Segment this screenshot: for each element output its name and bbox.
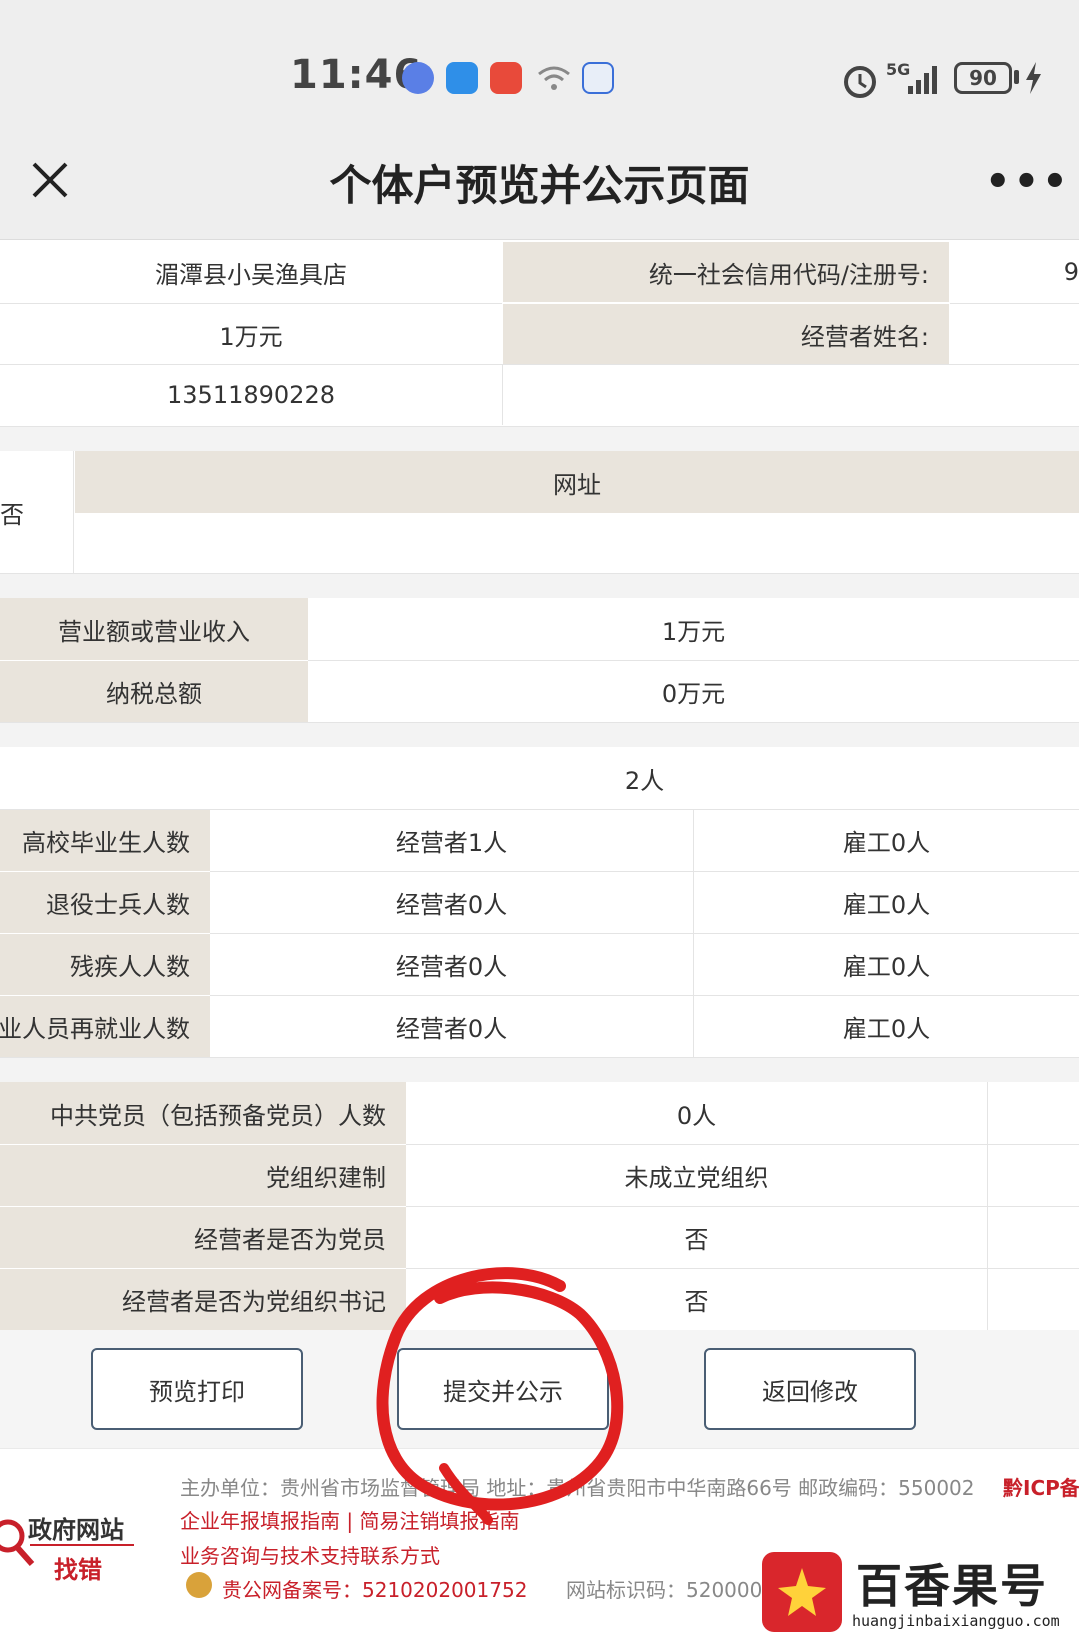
charging-icon (1026, 62, 1041, 94)
party-members-label: 中共党员（包括预备党员）人数 (0, 1082, 406, 1144)
tax-label: 纳税总额 (0, 661, 308, 722)
return-edit-button[interactable]: 返回修改 (704, 1348, 916, 1430)
police-badge-icon (186, 1572, 212, 1598)
footer-icp: 黔ICP备 (1003, 1476, 1079, 1500)
watermark-text: 百香果号 (856, 1559, 1048, 1613)
graduates-label: 高校毕业生人数 (0, 810, 210, 871)
operator-is-secretary-label: 经营者是否为党组织书记 (0, 1269, 406, 1330)
veterans-operator: 经营者0人 (210, 872, 694, 933)
signal-icon (908, 66, 937, 94)
section-gap (0, 723, 1079, 747)
reemployment-operator: 经营者0人 (210, 996, 694, 1057)
preview-print-button[interactable]: 预览打印 (91, 1348, 303, 1430)
footer-logo-rule (30, 1544, 134, 1546)
reemployment-employee: 雇工0人 (694, 996, 1079, 1057)
total-employees-value: 2人 (210, 747, 1079, 809)
phone-value: 13511890228 (0, 365, 502, 425)
section-gap (0, 574, 1079, 598)
disabled-employee: 雇工0人 (694, 934, 1079, 995)
battery-level: 90 (969, 66, 997, 90)
operator-is-member-label: 经营者是否为党员 (0, 1207, 406, 1268)
weather-app-icon (446, 62, 478, 94)
capital-value: 1万元 (0, 304, 502, 364)
watermark-url: huangjinbaixiangguo.com (852, 1612, 1060, 1630)
party-org-value: 未成立党组织 (406, 1145, 988, 1206)
wifi-icon (538, 66, 570, 90)
page-title: 个体户预览并公示页面 (329, 161, 750, 210)
footer-support-link[interactable]: 业务咨询与技术支持联系方式 (180, 1540, 440, 1569)
annotation-circle (376, 1267, 624, 1525)
tax-value: 0万元 (308, 661, 1079, 722)
battery-icon: 90 (954, 62, 1012, 94)
veterans-employee: 雇工0人 (694, 872, 1079, 933)
graduates-operator: 经营者1人 (210, 810, 694, 871)
more-options-icon[interactable]: ••• (985, 162, 1071, 202)
footer-logo-line2: 找错 (54, 1556, 102, 1584)
website-header: 网址 (75, 451, 1079, 513)
reemployment-label: 业人员再就业人数 (0, 996, 210, 1057)
party-org-label: 党组织建制 (0, 1145, 406, 1206)
website-flag-value: 否 (0, 451, 74, 573)
footer-logo-line1: 政府网站 (28, 1516, 124, 1544)
website-value (75, 513, 1079, 573)
disabled-label: 残疾人人数 (0, 934, 210, 995)
notes-app-icon (490, 62, 522, 94)
watermark-logo-icon (762, 1552, 842, 1632)
footer-police-record[interactable]: 贵公网备案号：5210202001752 (222, 1574, 527, 1603)
music-app-icon (402, 62, 434, 94)
battery-tip (1014, 70, 1019, 84)
business-name-value: 湄潭县小吴渔具店 (0, 242, 502, 302)
revenue-value: 1万元 (308, 598, 1079, 660)
veterans-label: 退役士兵人数 (0, 872, 210, 933)
operator-name-label: 经营者姓名: (503, 304, 949, 364)
revenue-label: 营业额或营业收入 (0, 598, 308, 660)
baidu-app-icon (582, 62, 614, 94)
graduates-employee: 雇工0人 (694, 810, 1079, 871)
operator-name-value (950, 304, 1079, 364)
disabled-operator: 经营者0人 (210, 934, 694, 995)
divider (502, 365, 503, 425)
section-gap (0, 427, 1079, 451)
party-members-value: 0人 (406, 1082, 988, 1144)
credit-code-value: 9 (950, 242, 1079, 302)
credit-code-label: 统一社会信用代码/注册号: (503, 242, 949, 302)
footer-site-code: 网站标识码：520000 (566, 1578, 763, 1602)
section-gap (0, 1058, 1079, 1082)
alarm-icon (844, 66, 876, 98)
